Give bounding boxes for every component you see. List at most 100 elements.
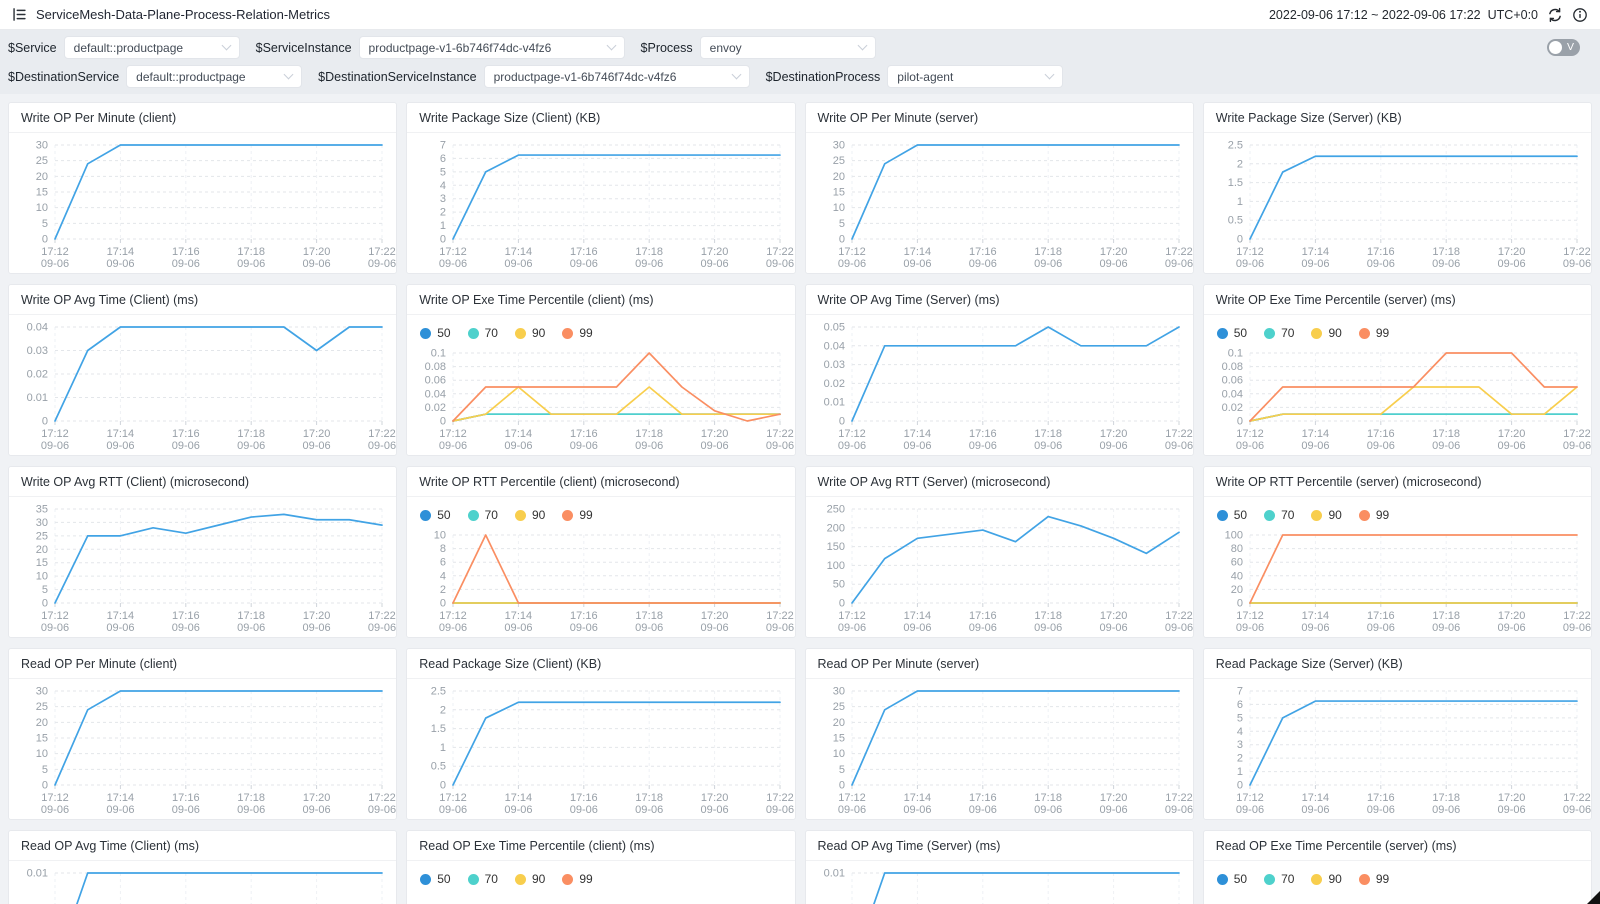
svg-text:17:20: 17:20 [1099,792,1127,804]
svg-text:09-06: 09-06 [1432,440,1460,452]
svg-text:09-06: 09-06 [1366,440,1394,452]
svg-text:17:18: 17:18 [1034,428,1062,440]
service-select[interactable]: default::productpage [64,36,240,59]
legend-item-50[interactable]: 50 [1217,872,1247,886]
chart-plot: 17:1209-0617:1409-0617:1609-0617:1809-06… [1204,341,1591,455]
svg-text:1: 1 [440,220,446,232]
chart-plot: 17:1209-0617:1409-0617:1609-0617:1809-06… [9,315,396,455]
legend-item-70[interactable]: 70 [468,508,498,522]
svg-text:09-06: 09-06 [1164,258,1192,270]
svg-text:09-06: 09-06 [968,622,996,634]
svg-text:17:12: 17:12 [439,610,467,622]
timezone-text: UTC+0:0 [1488,8,1538,22]
chart-title: Write OP Avg RTT (Client) (microsecond) [9,467,396,497]
legend-item-70[interactable]: 70 [1264,326,1294,340]
svg-text:5: 5 [440,166,446,178]
svg-text:09-06: 09-06 [505,440,533,452]
legend-item-99[interactable]: 99 [1359,508,1389,522]
svg-text:17:20: 17:20 [1498,246,1526,258]
legend-item-70[interactable]: 70 [468,872,498,886]
chart-title: Write OP Per Minute (client) [9,103,396,133]
svg-text:09-06: 09-06 [1236,804,1264,816]
legend-item-99[interactable]: 99 [1359,872,1389,886]
legend-dot [562,874,573,885]
process-select[interactable]: envoy [700,36,876,59]
chart-title: Write OP RTT Percentile (server) (micros… [1204,467,1591,497]
time-range-picker[interactable]: 2022-09-06 17:12 ~ 2022-09-06 17:22 UTC+… [1269,8,1538,22]
chart-title: Read OP Per Minute (server) [806,649,1193,679]
legend-item-70[interactable]: 70 [1264,872,1294,886]
time-range-text: 2022-09-06 17:12 ~ 2022-09-06 17:22 [1269,8,1481,22]
svg-text:09-06: 09-06 [41,804,69,816]
svg-text:4: 4 [440,570,446,582]
version-toggle[interactable]: V [1547,39,1580,56]
svg-text:20: 20 [1231,584,1243,596]
legend-item-99[interactable]: 99 [562,326,592,340]
svg-text:17:22: 17:22 [1563,792,1591,804]
svg-text:8: 8 [440,543,446,555]
svg-text:17:14: 17:14 [505,792,533,804]
legend-item-50[interactable]: 50 [420,872,450,886]
svg-text:09-06: 09-06 [837,804,865,816]
info-icon[interactable] [1572,7,1588,23]
legend-item-50[interactable]: 50 [420,326,450,340]
svg-text:09-06: 09-06 [701,804,729,816]
legend-dot [1311,510,1322,521]
svg-text:2: 2 [1237,158,1243,170]
legend-item-90[interactable]: 90 [515,872,545,886]
destination-service-select[interactable]: default::productpage [126,65,302,88]
legend-item-90[interactable]: 90 [1311,326,1341,340]
svg-text:17:22: 17:22 [1563,610,1591,622]
legend-item-99[interactable]: 99 [562,508,592,522]
svg-text:09-06: 09-06 [837,258,865,270]
svg-text:7: 7 [440,140,446,152]
legend-item-90[interactable]: 90 [515,508,545,522]
chart-card: Write OP Exe Time Percentile (server) (m… [1203,284,1592,456]
legend-item-50[interactable]: 50 [420,508,450,522]
svg-text:150: 150 [826,541,844,553]
svg-text:0.04: 0.04 [425,388,446,400]
destination-process-label: $DestinationProcess [766,70,881,84]
service-instance-label: $ServiceInstance [256,41,352,55]
legend-item-70[interactable]: 70 [1264,508,1294,522]
svg-text:17:22: 17:22 [1563,246,1591,258]
svg-text:17:20: 17:20 [1498,610,1526,622]
svg-text:09-06: 09-06 [903,804,931,816]
chart-plot: 17:1209-0617:1409-0617:1609-0617:1809-06… [407,523,794,637]
dashboard-list-icon[interactable] [12,7,27,22]
svg-text:09-06: 09-06 [968,258,996,270]
svg-text:17:12: 17:12 [1236,246,1264,258]
svg-text:17:22: 17:22 [368,246,396,258]
svg-text:17:20: 17:20 [701,792,729,804]
svg-text:0.08: 0.08 [1221,361,1242,373]
service-instance-select[interactable]: productpage-v1-6b746f74dc-v4fz6 [359,36,625,59]
svg-text:17:20: 17:20 [303,428,331,440]
svg-text:40: 40 [1231,570,1243,582]
svg-text:50: 50 [832,579,844,591]
legend-item-90[interactable]: 90 [515,326,545,340]
svg-text:15: 15 [36,187,48,199]
destination-process-select[interactable]: pilot-agent [887,65,1063,88]
svg-text:1: 1 [440,742,446,754]
legend-item-70[interactable]: 70 [468,326,498,340]
svg-text:09-06: 09-06 [172,622,200,634]
legend-item-99[interactable]: 99 [562,872,592,886]
svg-text:100: 100 [1224,530,1242,542]
svg-text:1: 1 [1237,196,1243,208]
svg-text:25: 25 [832,701,844,713]
svg-text:09-06: 09-06 [1563,622,1591,634]
svg-text:09-06: 09-06 [1236,258,1264,270]
legend-item-50[interactable]: 50 [1217,508,1247,522]
refresh-icon[interactable] [1547,7,1563,23]
destination-service-instance-select[interactable]: productpage-v1-6b746f74dc-v4fz6 [484,65,750,88]
svg-text:0.04: 0.04 [823,340,844,352]
svg-text:17:16: 17:16 [172,610,200,622]
svg-text:17:16: 17:16 [969,246,997,258]
legend-item-90[interactable]: 90 [1311,872,1341,886]
svg-text:17:18: 17:18 [636,610,664,622]
legend-item-99[interactable]: 99 [1359,326,1389,340]
legend-dot [1359,328,1370,339]
legend-item-90[interactable]: 90 [1311,508,1341,522]
svg-text:5: 5 [838,764,844,776]
legend-item-50[interactable]: 50 [1217,326,1247,340]
